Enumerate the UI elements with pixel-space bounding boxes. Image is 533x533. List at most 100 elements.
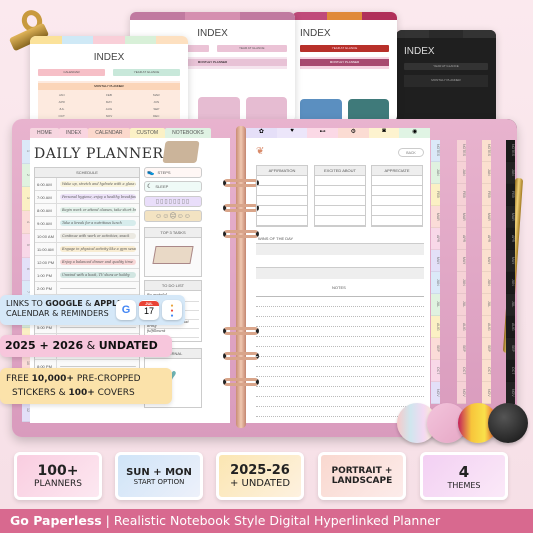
calendar-link[interactable]: CALENDAR bbox=[38, 69, 105, 76]
month-tab[interactable]: JUN bbox=[482, 272, 491, 294]
month-link[interactable]: AUG bbox=[85, 107, 132, 111]
month-link[interactable]: MAR bbox=[133, 93, 180, 97]
month-link[interactable]: APR bbox=[38, 100, 85, 104]
notes-line[interactable] bbox=[256, 386, 424, 387]
month-tab[interactable]: OCT bbox=[431, 360, 440, 382]
month-tab[interactable]: OCT bbox=[457, 360, 466, 382]
schedule-note[interactable]: Unwind with a book, TV show or hobby bbox=[60, 272, 136, 278]
month-tab[interactable]: FEB bbox=[482, 184, 491, 206]
month-link[interactable]: MAY bbox=[85, 100, 132, 104]
month-tab[interactable]: JUN bbox=[506, 272, 515, 294]
month-tab[interactable]: MAY bbox=[482, 250, 491, 272]
notes-line[interactable] bbox=[256, 316, 424, 317]
month-tab[interactable]: MAR bbox=[431, 206, 440, 228]
month-link[interactable]: DEC bbox=[133, 114, 180, 118]
tab-calendar[interactable]: CALENDAR bbox=[88, 128, 130, 138]
month-tab[interactable]: NOTES bbox=[482, 140, 491, 162]
month-tab[interactable]: MAY bbox=[506, 250, 515, 272]
schedule-note[interactable]: Engage in physical activity like a gym s… bbox=[60, 246, 136, 252]
month-tab[interactable]: FEB bbox=[431, 184, 440, 206]
notes-line[interactable] bbox=[256, 326, 424, 327]
month-link[interactable]: NOV bbox=[85, 114, 132, 118]
month-tab[interactable]: JAN bbox=[506, 162, 515, 184]
month-tab[interactable]: JAN bbox=[482, 162, 491, 184]
schedule-row[interactable]: 1:00 PM Unwind with a book, TV show or ho… bbox=[35, 269, 139, 282]
month-tab[interactable]: MAR bbox=[482, 206, 491, 228]
year-at-glance-link[interactable]: YEAR AT GLANCE bbox=[404, 63, 488, 70]
month-tab[interactable]: JUL bbox=[506, 294, 515, 316]
notes-line[interactable] bbox=[256, 346, 424, 347]
month-link[interactable]: FEB bbox=[85, 93, 132, 97]
month-tab[interactable]: JUN bbox=[431, 272, 440, 294]
schedule-note[interactable] bbox=[60, 365, 136, 367]
number-tab[interactable]: 2 bbox=[22, 163, 30, 187]
gear-icon[interactable]: ⚙ bbox=[338, 128, 369, 138]
notes-line[interactable] bbox=[256, 376, 424, 377]
month-tab[interactable]: MAY bbox=[431, 250, 440, 272]
month-tab[interactable]: JUL bbox=[457, 294, 466, 316]
month-tab[interactable]: MAR bbox=[506, 206, 515, 228]
tab-notebooks[interactable]: NOTEBOOKS bbox=[165, 128, 211, 138]
month-tab[interactable]: SEP bbox=[431, 338, 440, 360]
month-link[interactable]: JAN bbox=[38, 93, 85, 97]
month-tab[interactable]: MAR bbox=[457, 206, 466, 228]
month-tab[interactable]: OCT bbox=[506, 360, 515, 382]
year-at-glance-link[interactable]: YEAR AT GLANCE bbox=[113, 69, 180, 76]
schedule-note[interactable]: Wake up, stretch and hydrate with a glas… bbox=[60, 181, 136, 187]
notes-line[interactable] bbox=[256, 396, 424, 397]
month-tab[interactable]: JAN bbox=[431, 162, 440, 184]
month-tab[interactable]: AUG bbox=[457, 316, 466, 338]
month-tab[interactable]: OCT bbox=[482, 360, 491, 382]
notes-line[interactable] bbox=[256, 336, 424, 337]
month-tab[interactable]: APR bbox=[431, 228, 440, 250]
schedule-note[interactable]: Enjoy a balanced dinner and quality time bbox=[60, 259, 136, 265]
schedule-row[interactable]: 11:00 AM Engage in physical activity like… bbox=[35, 243, 139, 256]
month-link[interactable]: OCT bbox=[38, 114, 85, 118]
number-tab[interactable]: 4 bbox=[22, 210, 30, 234]
number-tab[interactable]: 3 bbox=[22, 187, 30, 211]
schedule-note[interactable]: Continue with work or activities, snack bbox=[60, 233, 136, 239]
month-tab[interactable]: JUN bbox=[457, 272, 466, 294]
schedule-row[interactable]: 9:00 AM Take a break for a nutritious lun… bbox=[35, 217, 139, 230]
month-tab[interactable]: NOTES bbox=[431, 140, 440, 162]
notes-line[interactable] bbox=[256, 356, 424, 357]
month-tab[interactable]: AUG bbox=[431, 316, 440, 338]
sleep-tracker[interactable]: ☾ SLEEP bbox=[144, 181, 202, 192]
notes-line[interactable] bbox=[256, 306, 424, 307]
month-link[interactable]: SEP bbox=[133, 107, 180, 111]
camera-icon[interactable]: ◙ bbox=[368, 128, 400, 138]
number-tab[interactable]: 5 bbox=[22, 234, 30, 258]
month-tab[interactable]: NOTES bbox=[457, 140, 466, 162]
month-tab[interactable]: NOTES bbox=[506, 140, 515, 162]
month-tab[interactable]: FEB bbox=[506, 184, 515, 206]
year-at-glance-link[interactable]: YEAR AT GLANCE bbox=[300, 45, 389, 52]
month-tab[interactable]: SEP bbox=[457, 338, 466, 360]
wins-field[interactable] bbox=[256, 267, 424, 279]
steps-tracker[interactable]: 👟 STEPS bbox=[144, 167, 202, 178]
month-tab[interactable]: FEB bbox=[457, 184, 466, 206]
theme-swatch-black[interactable] bbox=[488, 403, 528, 443]
schedule-note[interactable] bbox=[60, 326, 136, 328]
notes-line[interactable] bbox=[256, 366, 424, 367]
number-tab[interactable]: 1 bbox=[22, 140, 30, 164]
month-tab[interactable]: SEP bbox=[506, 338, 515, 360]
month-tab[interactable]: MAY bbox=[457, 250, 466, 272]
schedule-note[interactable]: Personal hygiene, enjoy a healthy breakf… bbox=[60, 194, 136, 200]
tab-index[interactable]: INDEX bbox=[59, 128, 89, 138]
schedule-row[interactable]: 8:00 AM Begin work or attend classes, tak… bbox=[35, 204, 139, 217]
schedule-row[interactable]: 10:00 AM Continue with work or activities… bbox=[35, 230, 139, 243]
wins-field[interactable] bbox=[256, 243, 424, 255]
month-tab[interactable]: APR bbox=[457, 228, 466, 250]
month-tab[interactable]: JUL bbox=[482, 294, 491, 316]
month-tab[interactable]: NOV bbox=[457, 382, 466, 404]
schedule-note[interactable]: Begin work or attend classes, take short… bbox=[60, 207, 136, 213]
month-tab[interactable]: APR bbox=[482, 228, 491, 250]
month-tab[interactable]: NOV bbox=[506, 382, 515, 404]
month-tab[interactable]: NOV bbox=[482, 382, 491, 404]
month-tab[interactable]: SEP bbox=[482, 338, 491, 360]
month-link[interactable]: JUN bbox=[133, 100, 180, 104]
month-tab[interactable]: APR bbox=[506, 228, 515, 250]
month-tab[interactable]: AUG bbox=[506, 316, 515, 338]
schedule-note[interactable]: Take a break for a nutritious lunch bbox=[60, 220, 136, 226]
schedule-row[interactable]: 7:00 AM Personal hygiene, enjoy a healthy… bbox=[35, 191, 139, 204]
